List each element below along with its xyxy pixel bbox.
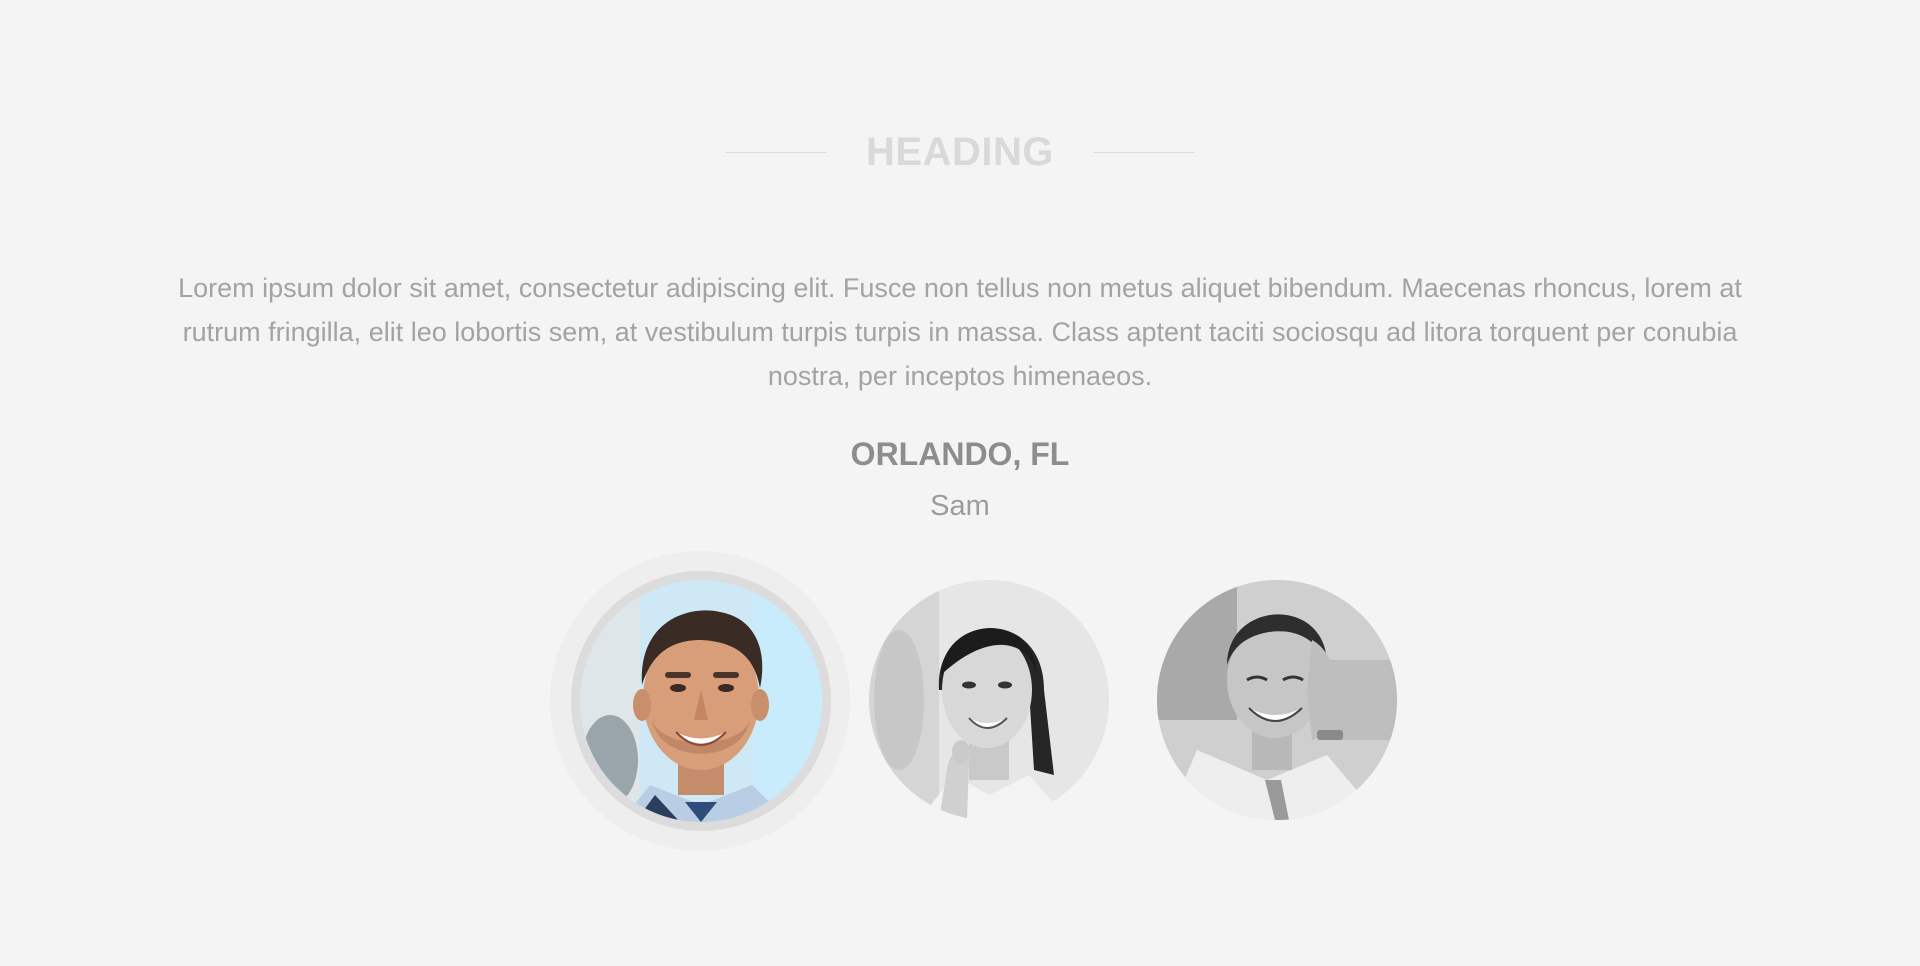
section-heading: HEADING [0,122,1920,182]
testimonial-section: HEADING Lorem ipsum dolor sit amet, cons… [0,0,1920,966]
heading-divider-left [726,151,827,153]
man-portrait-icon [1157,580,1397,820]
man-portrait-icon [580,580,822,822]
avatar-2-woman-portrait[interactable] [869,580,1109,820]
testimonial-quote: Lorem ipsum dolor sit amet, consectetur … [178,273,1742,391]
avatar-1-man-portrait[interactable] [580,580,822,822]
testimonial-author: Sam [930,490,990,522]
woman-portrait-icon [869,580,1109,820]
heading-title: HEADING [866,129,1054,174]
avatar-3-man-portrait[interactable] [1157,580,1397,820]
testimonial-location: ORLANDO, FL [850,436,1070,472]
heading-divider-right [1093,151,1194,153]
